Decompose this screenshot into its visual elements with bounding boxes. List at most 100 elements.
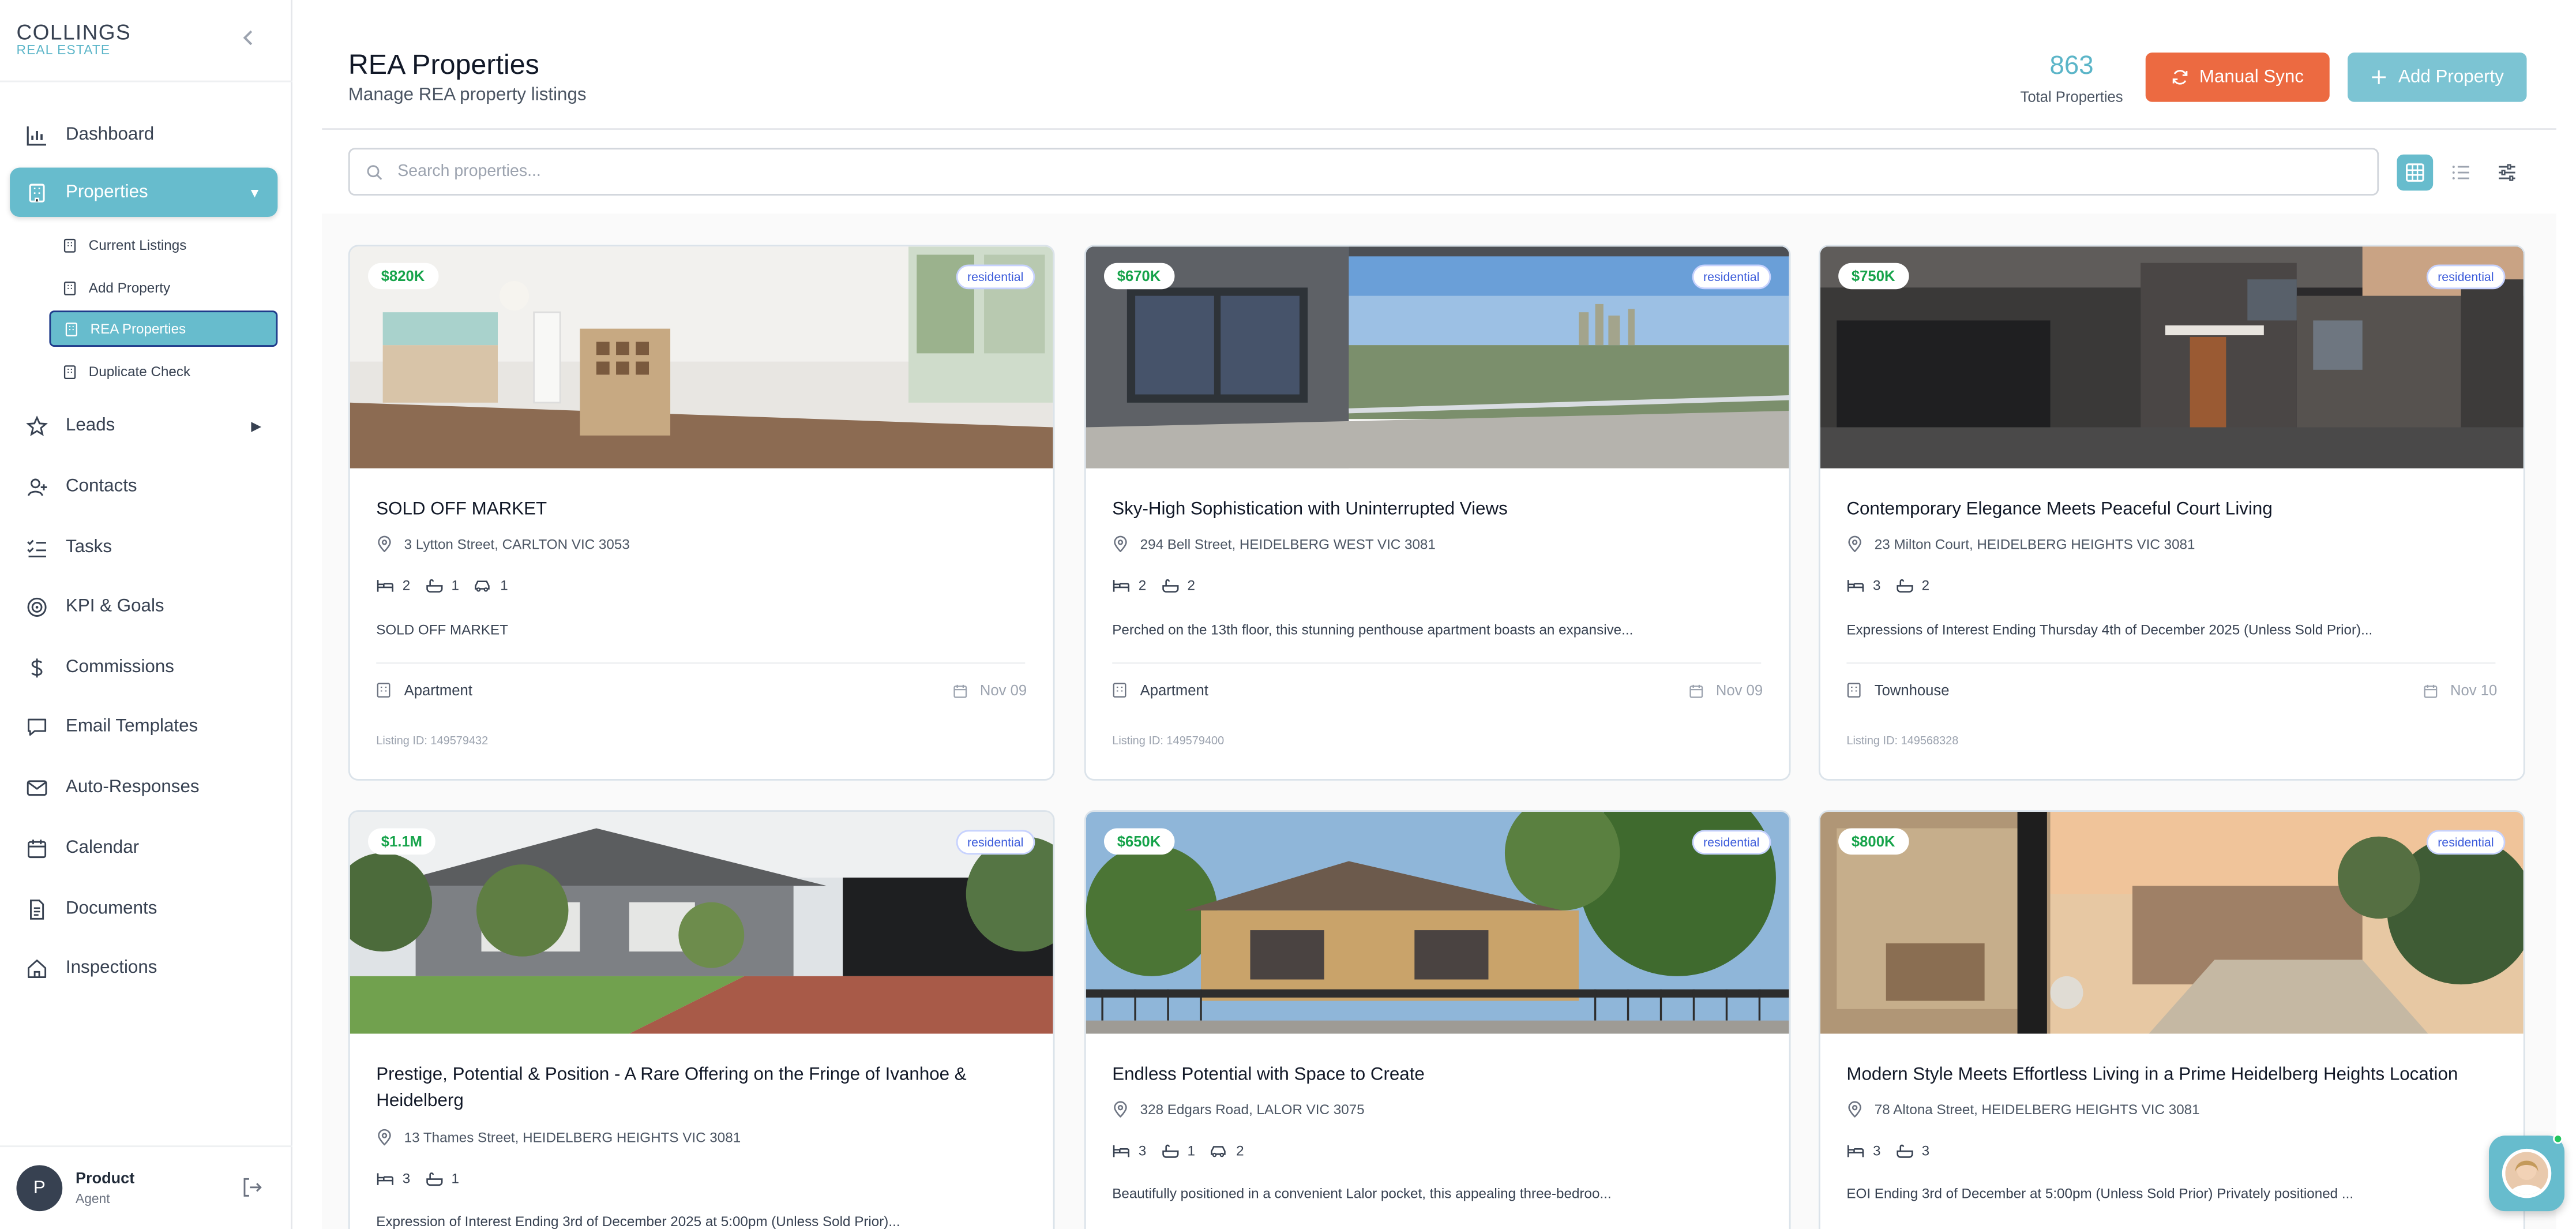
property-image[interactable] (1086, 246, 1789, 469)
sub-item-label: Duplicate Check (88, 363, 191, 380)
listing-date: Nov 10 (2424, 682, 2497, 698)
building-icon (29, 183, 45, 202)
sidebar-item-properties[interactable]: Properties ▼ (10, 167, 278, 217)
property-image[interactable] (1086, 812, 1789, 1034)
category-badge: residential (956, 264, 1035, 290)
sub-item-label: REA Properties (90, 320, 186, 337)
card-title[interactable]: SOLD OFF MARKET (376, 496, 1025, 523)
refresh-icon (2172, 70, 2187, 85)
card-description: SOLD OFF MARKET (376, 621, 508, 638)
sub-item-add-property[interactable]: Add Property (49, 269, 277, 306)
star-icon (26, 415, 48, 436)
manual-sync-button[interactable]: Manual Sync (2145, 53, 2330, 102)
divider (0, 1145, 292, 1148)
sidebar-item-kpi-goals[interactable]: KPI & Goals (10, 582, 277, 631)
sidebar-item-label: Commissions (65, 657, 174, 677)
bed-icon (377, 579, 394, 591)
sidebar-item-inspections[interactable]: Inspections (10, 943, 277, 992)
sidebar-item-email-templates[interactable]: Email Templates (10, 702, 277, 751)
property-card[interactable]: $650K residential Endless Potential with… (1084, 810, 1791, 1229)
sidebar-item-label: Tasks (65, 537, 112, 557)
collapse-sidebar-icon[interactable] (242, 27, 255, 51)
beds-count: 3 (402, 1170, 411, 1187)
price-badge: $820K (367, 263, 438, 290)
sidebar-item-commissions[interactable]: Commissions (10, 643, 277, 692)
sidebar-item-tasks[interactable]: Tasks (10, 523, 277, 572)
property-card[interactable]: $750K residential Contemporary Elegance … (1818, 245, 2525, 781)
price-badge: $670K (1103, 263, 1174, 290)
mail-icon (27, 779, 47, 795)
search-input[interactable]: Search properties... (348, 148, 2379, 196)
divider (376, 662, 1026, 664)
sidebar-item-contacts[interactable]: Contacts (10, 462, 277, 511)
category-badge: residential (956, 830, 1035, 855)
building-icon (63, 238, 76, 252)
car-icon (475, 579, 491, 591)
building-icon (377, 683, 390, 698)
card-features: 2 2 (1112, 577, 1210, 593)
beds-count: 2 (402, 576, 411, 594)
brand-logo[interactable]: COLLINGS REAL ESTATE (16, 20, 131, 58)
card-title[interactable]: Prestige, Potential & Position - A Rare … (376, 1062, 1025, 1114)
assistant-avatar (2502, 1148, 2552, 1198)
property-image[interactable] (350, 246, 1053, 469)
search-placeholder: Search properties... (397, 162, 541, 181)
sub-item-duplicate-check[interactable]: Duplicate Check (49, 353, 277, 389)
sidebar-item-documents[interactable]: Documents (10, 884, 277, 933)
sidebar: COLLINGS REAL ESTATE Dashboard Propertie… (0, 0, 292, 1229)
calendar-icon (2424, 684, 2438, 698)
listing-date: Nov 09 (953, 682, 1027, 698)
message-icon (28, 718, 47, 735)
sidebar-item-label: Leads (65, 415, 115, 436)
logout-icon[interactable] (242, 1176, 263, 1206)
cars-count: 1 (500, 576, 508, 594)
property-card[interactable]: $670K residential Sky-High Sophisticatio… (1084, 245, 1791, 781)
card-address: 78 Altona Street, HEIDELBERG HEIGHTS VIC… (1846, 1101, 2200, 1118)
sidebar-item-dashboard[interactable]: Dashboard (10, 110, 277, 159)
property-image[interactable] (1820, 246, 2524, 469)
sub-item-label: Current Listings (88, 237, 187, 253)
property-image[interactable] (1820, 812, 2524, 1034)
card-title[interactable]: Endless Potential with Space to Create (1112, 1062, 1761, 1088)
avatar[interactable]: P (16, 1165, 63, 1212)
add-property-button[interactable]: Add Property (2348, 53, 2527, 102)
card-features: 2 1 1 (376, 577, 523, 593)
sidebar-item-label: KPI & Goals (65, 596, 164, 617)
sub-item-rea-properties[interactable]: REA Properties (49, 310, 278, 347)
bath-icon (426, 578, 442, 592)
property-card[interactable]: $800K residential Modern Style Meets Eff… (1818, 810, 2525, 1229)
user-role: Agent (76, 1191, 110, 1206)
filter-button[interactable] (2489, 155, 2525, 191)
date-text: Nov 09 (979, 682, 1027, 699)
map-pin-icon (378, 1129, 391, 1146)
card-description: Beautifully positioned in a convenient L… (1112, 1185, 1612, 1202)
sidebar-item-auto-responses[interactable]: Auto-Responses (10, 763, 277, 812)
date-text: Nov 10 (2450, 682, 2498, 699)
property-image[interactable] (350, 812, 1053, 1034)
list-view-button[interactable] (2443, 155, 2479, 191)
type-text: Townhouse (1874, 682, 1950, 699)
property-card[interactable]: $1.1M residential Prestige, Potential & … (348, 810, 1055, 1229)
property-card[interactable]: $820K residential SOLD OFF MARKET 3 Lytt… (348, 245, 1055, 781)
bath-icon (1162, 578, 1178, 592)
divider (1846, 662, 2496, 664)
building-icon (63, 364, 76, 379)
list-icon (2452, 166, 2469, 180)
sub-item-current-listings[interactable]: Current Listings (49, 227, 277, 263)
price-badge: $800K (1838, 828, 1909, 855)
sidebar-item-calendar[interactable]: Calendar (10, 823, 277, 872)
chat-assistant-button[interactable] (2489, 1134, 2565, 1212)
sidebar-item-leads[interactable]: Leads ▶ (10, 401, 277, 450)
sidebar-item-label: Contacts (65, 476, 137, 497)
bath-icon (1896, 578, 1913, 592)
bath-icon (426, 1171, 442, 1185)
card-title[interactable]: Contemporary Elegance Meets Peaceful Cou… (1846, 496, 2495, 523)
caret-right-icon: ▶ (251, 418, 261, 433)
page-subtitle: Manage REA property listings (348, 85, 587, 106)
grid-view-button[interactable] (2397, 154, 2434, 191)
price-badge: $750K (1838, 263, 1909, 290)
dollar-icon (31, 657, 43, 677)
card-title[interactable]: Sky-High Sophistication with Uninterrupt… (1112, 496, 1761, 523)
card-title[interactable]: Modern Style Meets Effortless Living in … (1846, 1062, 2495, 1088)
category-badge: residential (2426, 830, 2506, 855)
